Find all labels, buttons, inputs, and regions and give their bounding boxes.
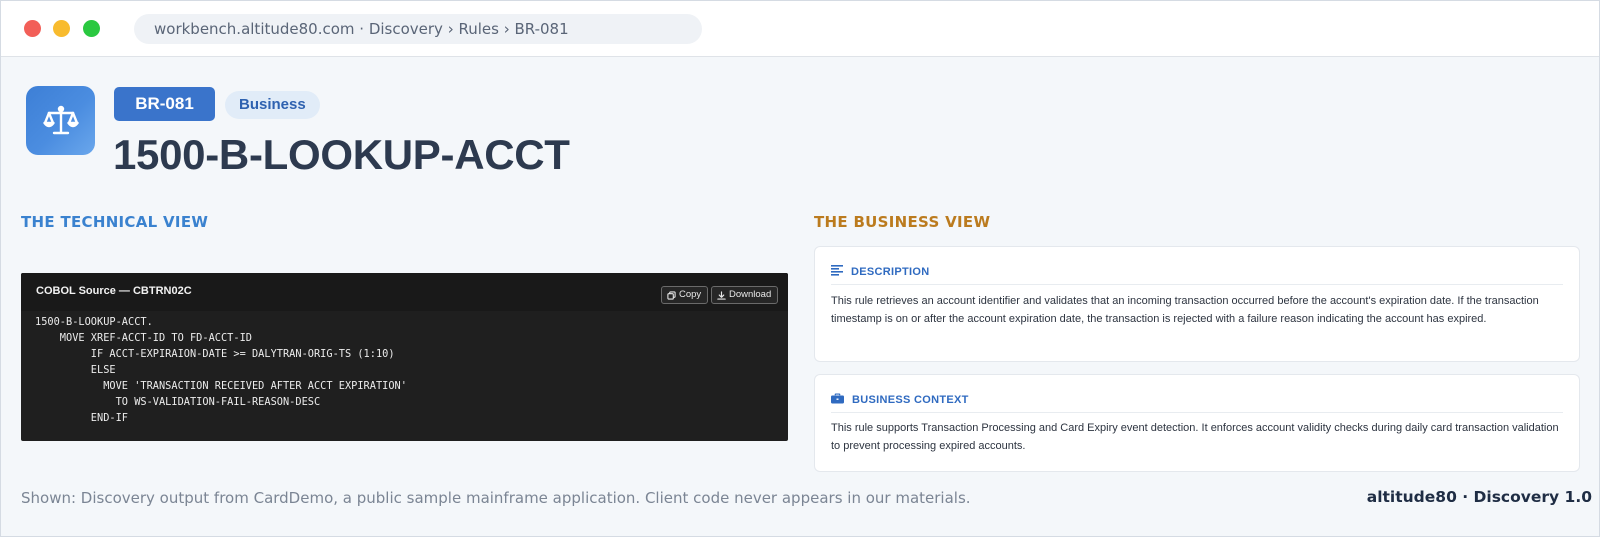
- description-card: DESCRIPTION This rule retrieves an accou…: [814, 246, 1580, 362]
- code-block: 1500-B-LOOKUP-ACCT. MOVE XREF-ACCT-ID TO…: [35, 316, 407, 424]
- balance-scale-icon: [26, 86, 95, 155]
- business-context-card: BUSINESS CONTEXT This rule supports Tran…: [814, 374, 1580, 472]
- download-icon: [717, 290, 726, 300]
- rule-type-pill: Business: [225, 91, 320, 119]
- code-panel-header: COBOL Source — CBTRN02C Copy Download: [21, 273, 788, 311]
- copy-icon: [667, 290, 676, 300]
- copy-button[interactable]: Copy: [661, 286, 709, 304]
- page-title: 1500-B-LOOKUP-ACCT: [113, 131, 570, 178]
- download-button-label: Download: [729, 289, 772, 300]
- copy-button-label: Copy: [679, 289, 702, 300]
- business-context-text: This rule supports Transaction Processin…: [831, 422, 1559, 453]
- business-view-heading: THE BUSINESS VIEW: [814, 213, 991, 231]
- rule-id-badge: BR-081: [114, 87, 215, 121]
- code-title: COBOL Source — CBTRN02C: [36, 285, 192, 297]
- description-label: DESCRIPTION: [851, 265, 930, 278]
- align-left-icon: [831, 263, 843, 281]
- description-card-header: DESCRIPTION: [831, 259, 1563, 285]
- address-bar[interactable]: workbench.altitude80.com · Discovery › R…: [134, 14, 702, 44]
- business-context-card-header: BUSINESS CONTEXT: [831, 387, 1563, 413]
- code-panel: COBOL Source — CBTRN02C Copy Download 15…: [21, 273, 788, 441]
- brand-label: altitude80 · Discovery 1.0: [1366, 488, 1592, 506]
- minimize-window-button[interactable]: [53, 20, 70, 37]
- app-window: workbench.altitude80.com · Discovery › R…: [0, 0, 1600, 537]
- description-text: This rule retrieves an account identifie…: [831, 295, 1539, 326]
- window-titlebar: workbench.altitude80.com · Discovery › R…: [1, 1, 1599, 57]
- maximize-window-button[interactable]: [83, 20, 100, 37]
- business-context-label: BUSINESS CONTEXT: [852, 393, 969, 406]
- close-window-button[interactable]: [24, 20, 41, 37]
- briefcase-icon: [831, 391, 844, 409]
- download-button[interactable]: Download: [711, 286, 779, 304]
- footer-note: Shown: Discovery output from CardDemo, a…: [21, 489, 971, 507]
- technical-view-heading: THE TECHNICAL VIEW: [21, 213, 209, 231]
